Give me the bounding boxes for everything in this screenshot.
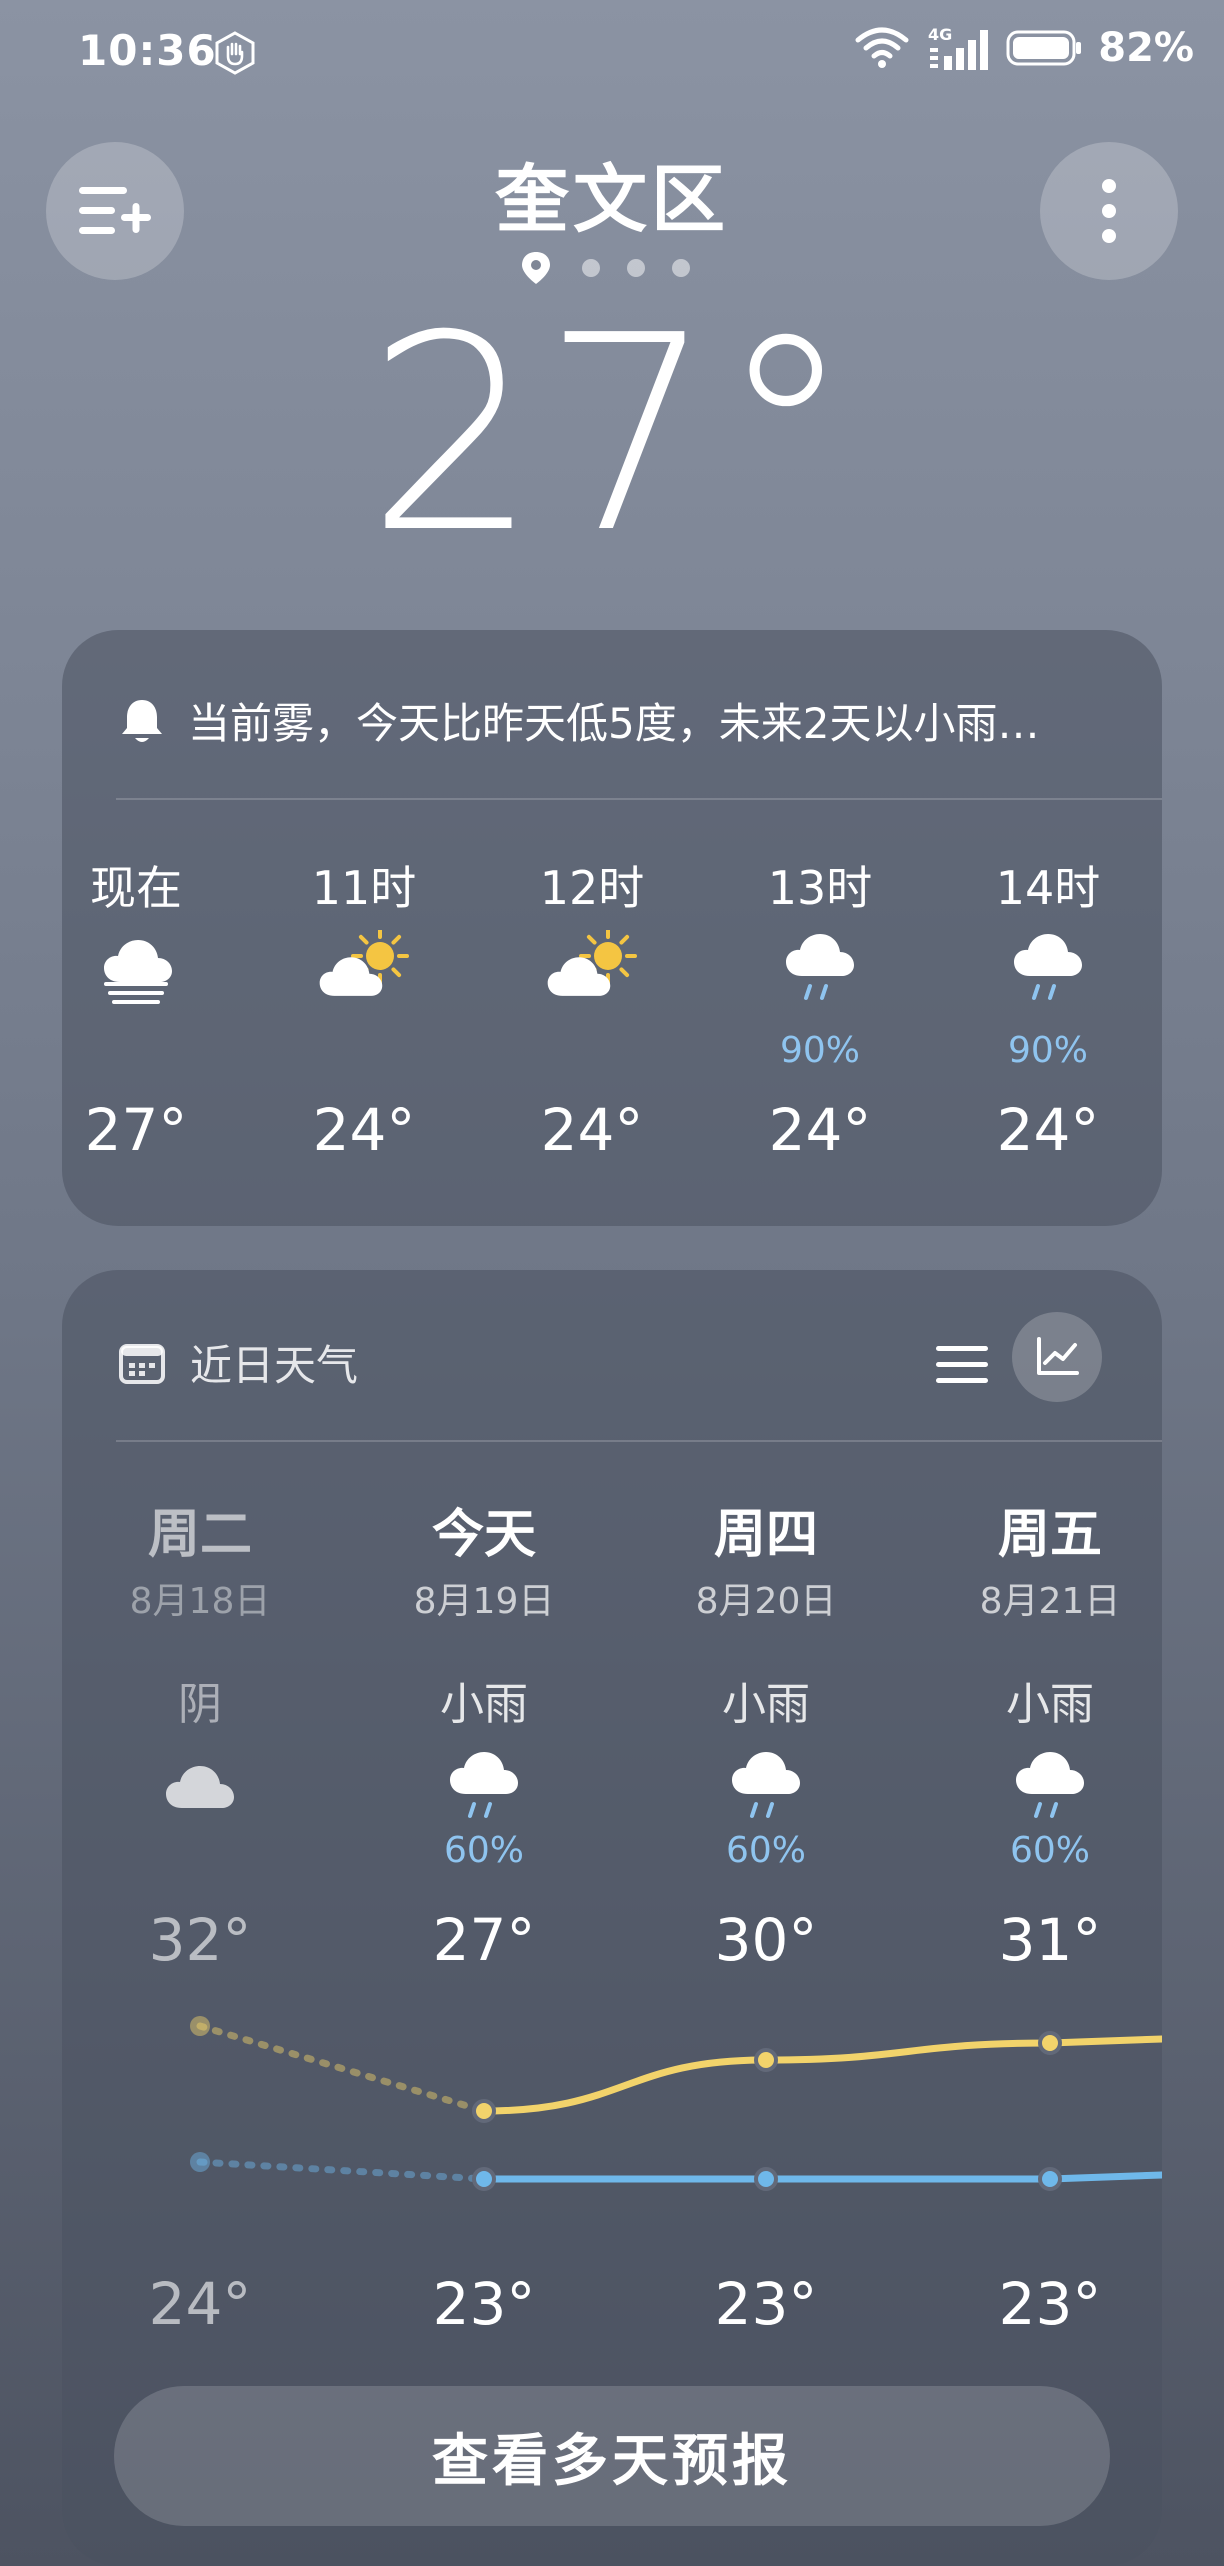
day-date: 8月21日 — [979, 1581, 1121, 1622]
partly-cloudy-icon — [319, 930, 409, 996]
high-temp-point — [754, 2048, 778, 2072]
day-name: 今天 — [431, 1505, 536, 1565]
line-chart-icon — [1037, 1337, 1079, 1375]
day-condition: 阴 — [178, 1679, 222, 1730]
high-temp-past-segment — [196, 2022, 488, 2115]
rain-icon — [450, 1752, 518, 1818]
low-temp-point — [1038, 2167, 1062, 2191]
day-date: 8月19日 — [413, 1581, 555, 1622]
low-temp-point — [754, 2167, 778, 2191]
low-temp-point — [472, 2167, 496, 2191]
daily-forecast-card[interactable]: 近日天气 周二 8月18日阴 32° 24° 今天 8月19日 小雨 60% 27° 23° 周四 8… — [62, 1270, 1162, 2566]
daily-title: 近日天气 — [190, 1341, 359, 1390]
day-name: 周五 — [997, 1505, 1102, 1565]
day-date: 8月20日 — [695, 1581, 837, 1622]
bell-icon — [122, 699, 162, 742]
weather-alert[interactable]: 当前雾，今天比昨天低5度，未来2天以小雨… — [118, 690, 1039, 751]
hourly-time: 12时 — [539, 861, 645, 915]
cloudy-icon — [166, 1766, 234, 1808]
partly-cloudy-icon — [547, 930, 637, 996]
rain-icon — [1014, 934, 1082, 1000]
low-temp-past-segment — [196, 2158, 488, 2183]
alert-text: 当前雾，今天比昨天低5度，未来2天以小雨… — [188, 699, 1040, 748]
current-temperature: 27° — [366, 277, 858, 592]
calendar-icon — [119, 1343, 165, 1384]
wifi-icon — [855, 27, 909, 68]
hourly-rain-probability: 90% — [779, 1030, 860, 1071]
hourly-time: 现在 — [90, 861, 182, 915]
day-rain-probability: 60% — [725, 1830, 806, 1871]
day-low-temp: 23° — [998, 2270, 1102, 2338]
hourly-time: 13时 — [767, 861, 873, 915]
cellular-signal-icon: 4G — [928, 25, 989, 70]
high-temp-line — [480, 2035, 1162, 2115]
daily-header: 近日天气 — [118, 1332, 358, 1393]
high-temp-point — [472, 2099, 496, 2123]
day-low-temp: 23° — [432, 2270, 536, 2338]
day-name: 周四 — [713, 1505, 818, 1565]
day-low-temp: 23° — [714, 2270, 818, 2338]
day-rain-probability: 60% — [1009, 1830, 1090, 1871]
hourly-temperature: 24° — [312, 1096, 416, 1164]
day-condition: 小雨 — [722, 1679, 810, 1730]
status-bar: 10:36 4G 82% — [0, 0, 1224, 100]
day-date: 8月18日 — [129, 1581, 271, 1622]
hourly-rain-probability: 90% — [1007, 1030, 1088, 1071]
hourly-temperature: 24° — [996, 1096, 1100, 1164]
list-view-icon[interactable] — [932, 1340, 992, 1390]
rain-icon — [732, 1752, 800, 1818]
hourly-time: 11时 — [311, 861, 417, 915]
rain-icon — [1016, 1752, 1084, 1818]
day-name: 周二 — [147, 1505, 252, 1565]
hourly-temperature: 24° — [540, 1096, 644, 1164]
rain-icon — [786, 934, 854, 1000]
day-rain-probability: 60% — [443, 1830, 524, 1871]
hourly-temperature: 27° — [84, 1096, 188, 1164]
high-temp-point — [190, 2016, 210, 2036]
hourly-time: 14时 — [995, 861, 1101, 915]
low-temp-point — [190, 2152, 210, 2172]
view-multiday-forecast-button[interactable]: 查看多天预报 — [114, 2386, 1110, 2526]
hand-icon — [215, 31, 255, 75]
hourly-temperature: 24° — [768, 1096, 872, 1164]
status-right: 4G 82% — [854, 24, 1194, 72]
city-name[interactable]: 奎文区 — [0, 140, 1224, 247]
network-type: 4G — [928, 25, 952, 44]
temperature-trend-chart — [190, 2016, 1162, 2191]
day-condition: 小雨 — [440, 1679, 528, 1730]
high-temp-point — [1038, 2031, 1062, 2055]
day-condition: 小雨 — [1006, 1679, 1094, 1730]
status-time: 10:36 — [78, 26, 217, 75]
day-low-temp: 24° — [148, 2270, 252, 2338]
fog-icon — [104, 940, 172, 1004]
battery-percent: 82% — [1098, 25, 1194, 71]
hourly-forecast-card[interactable]: 当前雾，今天比昨天低5度，未来2天以小雨… 现在 27° 11时 24° 12时 24° 1… — [62, 630, 1162, 1226]
battery-icon — [1006, 30, 1082, 66]
divider — [116, 798, 1162, 800]
chart-view-button[interactable] — [1012, 1312, 1102, 1402]
divider — [116, 1440, 1162, 1442]
